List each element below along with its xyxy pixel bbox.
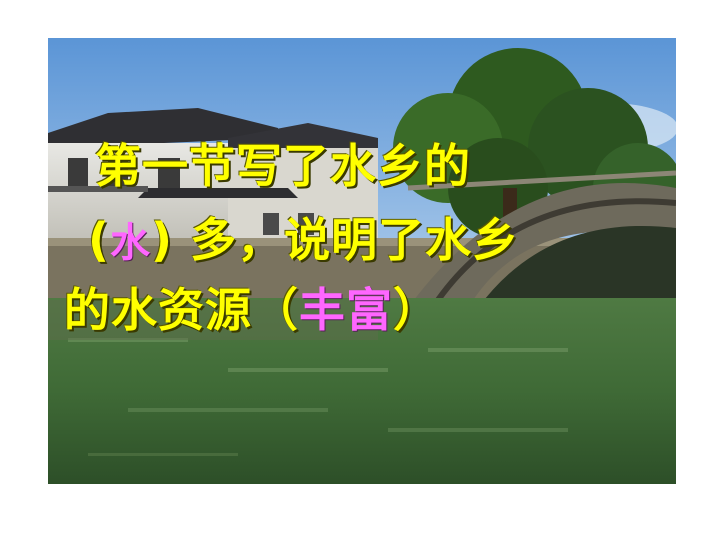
water-town-photo [48,38,676,484]
slide: 第一节写了水乡的 (水) 多，说明了水乡 的水资源（丰富） [0,0,720,540]
water-town-scene [48,38,676,484]
